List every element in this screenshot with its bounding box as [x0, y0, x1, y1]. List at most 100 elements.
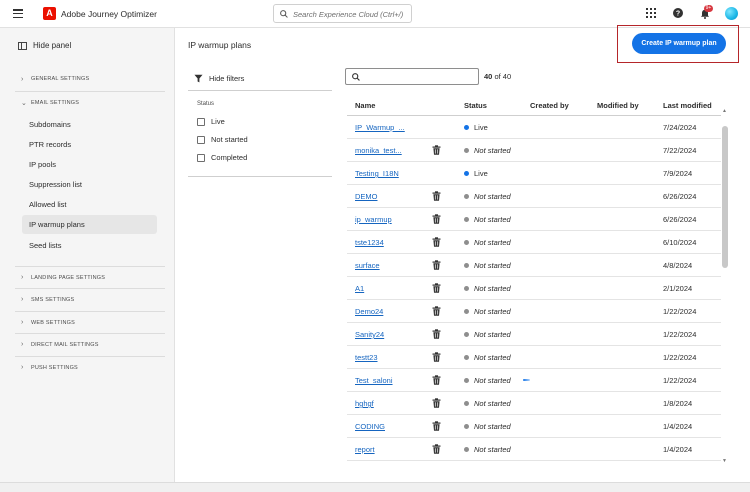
chevron-right-icon: › [21, 341, 24, 348]
delete-icon[interactable] [432, 191, 441, 203]
delete-icon[interactable] [432, 145, 441, 157]
section-label: EMAIL SETTINGS [31, 99, 80, 106]
checkbox[interactable] [197, 153, 205, 162]
table-row[interactable]: Test_saloni Not started 1/22/2024 [347, 369, 721, 392]
section-sms-settings[interactable]: › SMS SETTINGS [15, 288, 165, 310]
plan-name-link[interactable]: IP_Warmup_... [355, 123, 405, 132]
sidebar-item-ip-pools[interactable]: IP pools [22, 155, 157, 174]
scrollbar[interactable] [722, 116, 728, 466]
table-row[interactable]: hghgf Not started 1/8/2024 [347, 392, 721, 415]
global-search[interactable] [273, 4, 412, 23]
delete-icon[interactable] [432, 398, 441, 410]
checkbox[interactable] [197, 135, 205, 144]
plan-name-link[interactable]: Sanity24 [355, 330, 384, 339]
delete-icon[interactable] [432, 306, 441, 318]
hide-filters-label: Hide filters [209, 74, 245, 83]
plan-name-link[interactable]: DEMO [355, 192, 378, 201]
delete-icon[interactable] [432, 214, 441, 226]
section-general-settings[interactable]: › GENERAL SETTINGS [15, 68, 165, 90]
section-web-settings[interactable]: › WEB SETTINGS [15, 311, 165, 333]
table-row[interactable]: DEMO Not started 6/26/2024 [347, 185, 721, 208]
filter-option-label: Live [211, 117, 225, 126]
table-row[interactable]: ip_warmup Not started 6/26/2024 [347, 208, 721, 231]
checkbox[interactable] [197, 117, 205, 126]
table-row[interactable]: IP_Warmup_... Live 7/24/2024 [347, 116, 721, 139]
plan-name-link[interactable]: tste1234 [355, 238, 384, 247]
column-header-created-by[interactable]: Created by [530, 101, 569, 110]
column-header-last-modified[interactable]: Last modified [663, 101, 712, 110]
column-header-status[interactable]: Status [464, 101, 487, 110]
plan-name-link[interactable]: Testing_I18N [355, 169, 399, 178]
table-row[interactable]: testt23 Not started 1/22/2024 [347, 346, 721, 369]
status-label: Not started [474, 376, 511, 385]
menu-icon[interactable] [13, 9, 23, 19]
table-row[interactable]: Sanity24 Not started 1/22/2024 [347, 323, 721, 346]
scroll-down-icon[interactable]: ▼ [722, 458, 727, 464]
delete-icon[interactable] [432, 283, 441, 295]
status-label: Not started [474, 399, 511, 408]
plan-name-link[interactable]: report [355, 445, 375, 454]
delete-icon[interactable] [432, 329, 441, 341]
status-dot [464, 217, 469, 222]
delete-icon[interactable] [432, 375, 441, 387]
sidebar-item-suppression-list[interactable]: Suppression list [22, 175, 157, 194]
delete-icon[interactable] [432, 260, 441, 272]
hide-filters-button[interactable]: Hide filters [188, 67, 332, 91]
table-row[interactable]: tste1234 Not started 6/10/2024 [347, 231, 721, 254]
plan-name-link[interactable]: surface [355, 261, 380, 270]
help-icon[interactable]: ? [673, 8, 683, 18]
delete-icon[interactable] [432, 237, 441, 249]
sidebar-item-ip-warmup-plans[interactable]: IP warmup plans [22, 215, 157, 234]
plan-name-link[interactable]: hghgf [355, 399, 374, 408]
filter-not-started[interactable]: Not started [197, 135, 248, 144]
last-modified-date: 6/26/2024 [663, 215, 697, 224]
app-title[interactable]: Adobe Journey Optimizer [61, 9, 157, 19]
plan-name-link[interactable]: ip_warmup [355, 215, 392, 224]
scroll-up-icon[interactable]: ▲ [722, 108, 727, 114]
plan-name-link[interactable]: Test_saloni [355, 376, 393, 385]
section-direct-mail-settings[interactable]: › DIRECT MAIL SETTINGS [15, 333, 165, 355]
apps-grid-icon[interactable] [646, 8, 656, 18]
bottom-scrollbar[interactable] [0, 482, 750, 492]
table-row[interactable]: monika_test... Not started 7/22/2024 [347, 139, 721, 162]
filter-completed[interactable]: Completed [197, 153, 247, 162]
plan-name-link[interactable]: Demo24 [355, 307, 383, 316]
hide-panel-button[interactable]: Hide panel [18, 41, 71, 50]
search-input[interactable] [293, 7, 408, 21]
plan-name-link[interactable]: monika_test... [355, 146, 402, 155]
column-header-name[interactable]: Name [355, 101, 375, 110]
filter-live[interactable]: Live [197, 117, 225, 126]
last-modified-date: 7/24/2024 [663, 123, 697, 132]
sidebar-item-subdomains[interactable]: Subdomains [22, 115, 157, 134]
table-search[interactable] [345, 68, 479, 85]
table-row[interactable]: A1 Not started 2/1/2024 [347, 277, 721, 300]
sidebar-item-seed-lists[interactable]: Seed lists [22, 236, 157, 255]
scroll-thumb[interactable] [722, 126, 728, 268]
column-header-modified-by[interactable]: Modified by [597, 101, 639, 110]
status-dot [464, 424, 469, 429]
table-row[interactable]: Demo24 Not started 1/22/2024 [347, 300, 721, 323]
section-landing-page-settings[interactable]: › LANDING PAGE SETTINGS [15, 266, 165, 288]
plan-name-link[interactable]: testt23 [355, 353, 378, 362]
sidebar-item-ptr-records[interactable]: PTR records [22, 135, 157, 154]
section-push-settings[interactable]: › PUSH SETTINGS [15, 356, 165, 378]
table-search-input[interactable] [364, 71, 474, 83]
chevron-down-icon: ⌄ [21, 99, 28, 107]
table-row[interactable]: Testing_I18N Live 7/9/2024 [347, 162, 721, 185]
delete-icon[interactable] [432, 421, 441, 433]
user-avatar[interactable] [725, 7, 738, 20]
table-row[interactable]: report Not started 1/4/2024 [347, 438, 721, 461]
table-row[interactable]: CODING Not started 1/4/2024 [347, 415, 721, 438]
filter-group-label: Status [197, 101, 215, 107]
delete-icon[interactable] [432, 444, 441, 456]
table-row[interactable]: surface Not started 4/8/2024 [347, 254, 721, 277]
plan-name-link[interactable]: A1 [355, 284, 364, 293]
status-dot [464, 332, 469, 337]
plan-name-link[interactable]: CODING [355, 422, 385, 431]
status-dot [464, 309, 469, 314]
create-ip-warmup-plan-button[interactable]: Create IP warmup plan [632, 33, 726, 54]
status-label: Not started [474, 284, 511, 293]
sidebar-item-allowed-list[interactable]: Allowed list [22, 195, 157, 214]
section-email-settings[interactable]: ⌄ EMAIL SETTINGS [15, 91, 165, 113]
delete-icon[interactable] [432, 352, 441, 364]
